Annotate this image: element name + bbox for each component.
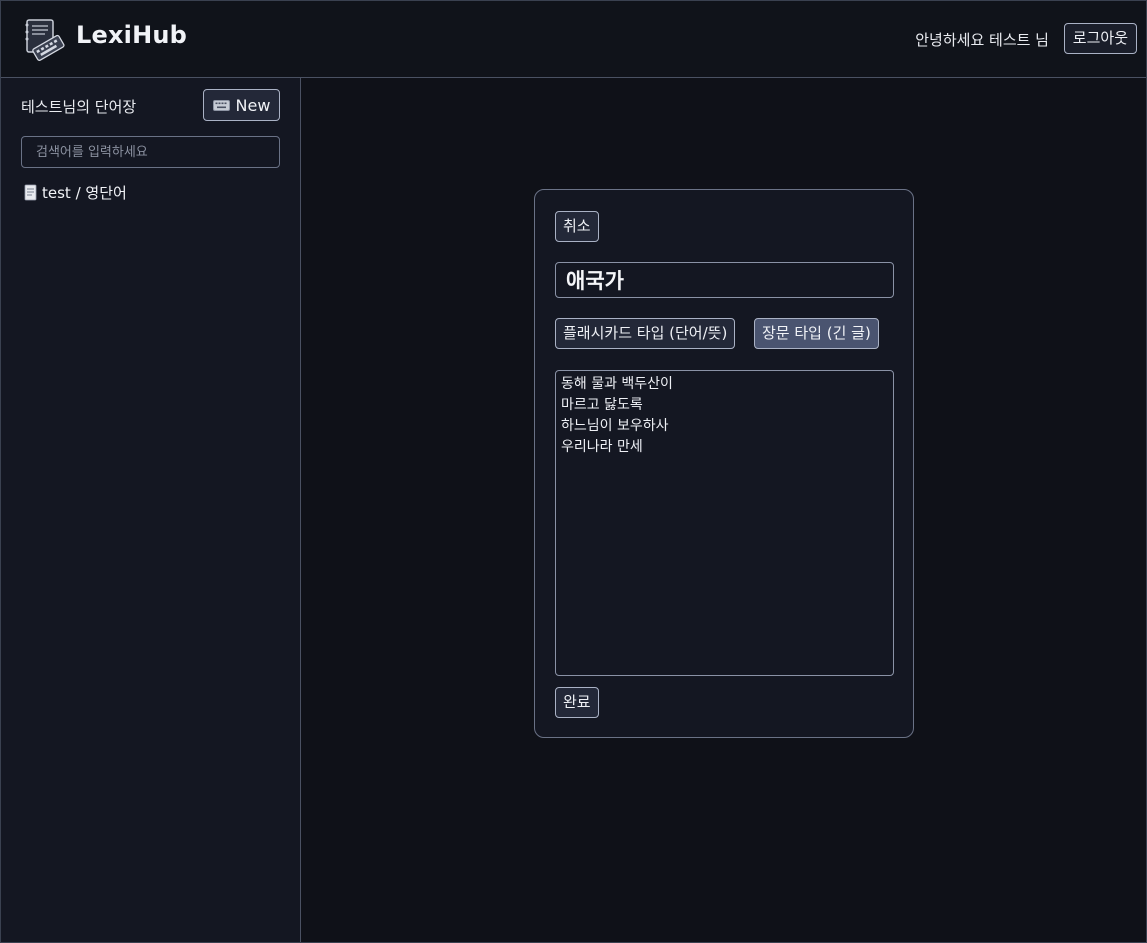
user-greeting: 안녕하세요 테스트 님 <box>915 31 1049 49</box>
sidebar: 테스트님의 단어장 New test / 영단어 <box>1 78 301 942</box>
keyboard-icon <box>212 99 230 111</box>
app-window: LexiHub 안녕하세요 테스트 님 로그아웃 테스트님의 단어장 New 검… <box>0 0 1147 943</box>
document-icon <box>24 184 37 201</box>
vocab-list-item[interactable]: test / 영단어 <box>23 182 127 203</box>
type-long-text-button[interactable]: 장문 타입 (긴 글) <box>754 318 879 349</box>
title-input[interactable] <box>555 262 894 298</box>
done-button[interactable]: 완료 <box>555 687 599 718</box>
content-textarea[interactable]: 동해 물과 백두산이 마르고 닳도록 하느님이 보우하사 우리나라 만세 <box>555 370 894 676</box>
cancel-button[interactable]: 취소 <box>555 211 599 242</box>
editor-card: 취소 플래시카드 타입 (단어/뜻) 장문 타입 (긴 글) 동해 물과 백두산… <box>534 189 914 738</box>
new-button-label: New <box>235 95 271 115</box>
new-vocab-button[interactable]: New <box>203 89 280 121</box>
app-title[interactable]: LexiHub <box>76 21 187 49</box>
search-input[interactable] <box>21 136 280 168</box>
sidebar-title: 테스트님의 단어장 <box>21 98 137 116</box>
type-flashcard-button[interactable]: 플래시카드 타입 (단어/뜻) <box>555 318 736 349</box>
logout-button[interactable]: 로그아웃 <box>1063 23 1137 54</box>
main-panel: 취소 플래시카드 타입 (단어/뜻) 장문 타입 (긴 글) 동해 물과 백두산… <box>302 78 1146 942</box>
notebook-keyboard-logo-icon[interactable] <box>23 17 67 61</box>
vocab-item-label: test / 영단어 <box>42 184 127 202</box>
header: LexiHub 안녕하세요 테스트 님 로그아웃 <box>1 1 1146 78</box>
